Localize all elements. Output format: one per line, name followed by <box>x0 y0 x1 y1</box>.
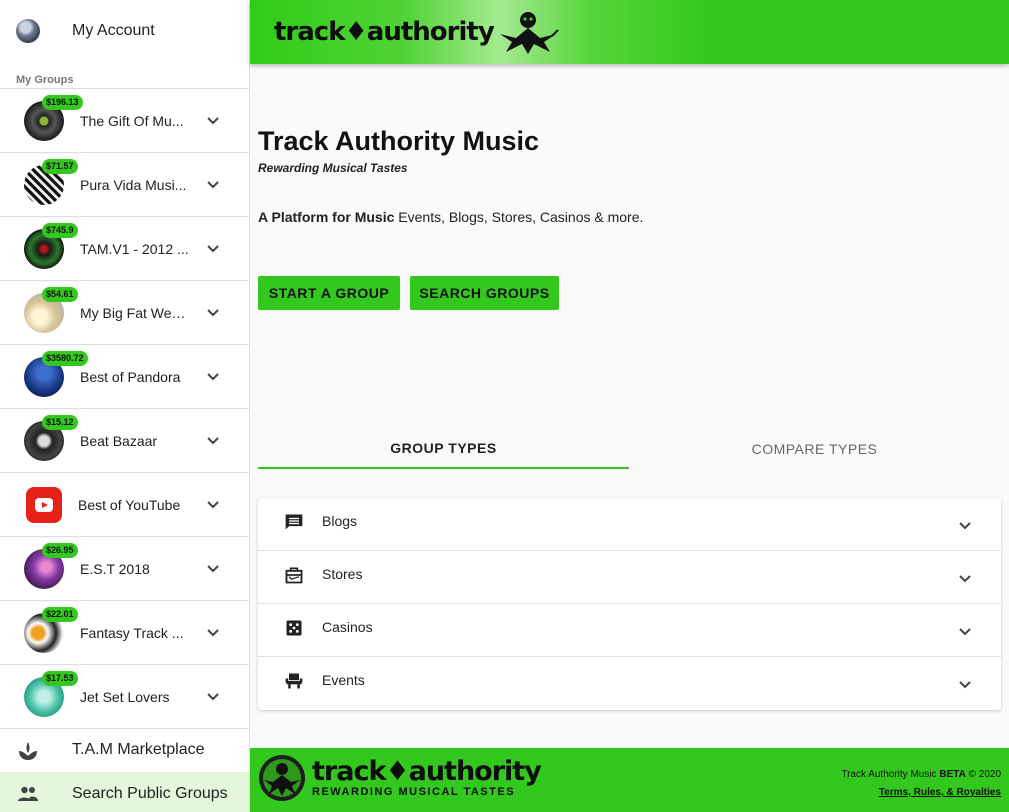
group-balance-badge: $15.12 <box>42 415 78 430</box>
chevron-down-icon <box>959 522 971 530</box>
sidebar-item-marketplace[interactable]: T.A.M Marketplace <box>0 728 249 772</box>
group-balance-badge: $17.53 <box>42 671 78 686</box>
group-list: $196.13 The Gift Of Mu... $71.57 Pura Vi… <box>0 88 249 729</box>
avatar <box>16 19 40 43</box>
chevron-down-icon[interactable] <box>206 371 220 383</box>
chevron-down-icon[interactable] <box>206 307 220 319</box>
sidebar-item-search-public-groups[interactable]: Search Public Groups <box>0 772 249 812</box>
footer-wordmark: track♦authority <box>312 756 542 787</box>
accordion-label: Blogs <box>322 513 358 529</box>
group-balance-badge: $26.95 <box>42 543 78 558</box>
accordion-label: Events <box>322 672 365 688</box>
chevron-down-icon <box>959 681 971 689</box>
group-balance-badge: $71.57 <box>42 159 78 174</box>
group-types-accordion: Blogs Stores Casinos Events <box>258 498 1001 710</box>
group-row[interactable]: Best of YouTube <box>0 473 249 537</box>
chevron-down-icon[interactable] <box>206 627 220 639</box>
app-header: track♦authority <box>250 0 1009 64</box>
chevron-down-icon[interactable] <box>206 435 220 447</box>
footer-logo: track♦authority REWARDING MUSICAL TASTES <box>258 754 542 802</box>
page-title: Track Authority Music <box>258 126 540 156</box>
page-subtitle: Rewarding Musical Tastes <box>258 161 408 175</box>
group-row[interactable]: $745.9 TAM.V1 - 2012 ... <box>0 217 249 281</box>
mascot-logo-icon <box>499 12 559 54</box>
accordion-item-events[interactable]: Events <box>258 657 1001 710</box>
group-row[interactable]: $22.01 Fantasy Track ... <box>0 601 249 665</box>
accordion-item-blogs[interactable]: Blogs <box>258 498 1001 551</box>
chevron-down-icon[interactable] <box>206 691 220 703</box>
chevron-down-icon <box>959 628 971 636</box>
my-account-label: My Account <box>72 22 155 39</box>
accordion-label: Stores <box>322 566 363 582</box>
page-description: A Platform for Music Events, Blogs, Stor… <box>258 209 643 225</box>
my-groups-heading: My Groups <box>16 74 74 86</box>
chevron-down-icon[interactable] <box>206 243 220 255</box>
sidebar: My Account My Groups $196.13 The Gift Of… <box>0 0 250 812</box>
footer-tagline: REWARDING MUSICAL TASTES <box>312 786 516 798</box>
comment-icon <box>285 514 303 530</box>
group-name: Fantasy Track ... <box>80 624 184 641</box>
chevron-down-icon[interactable] <box>206 499 220 511</box>
search-groups-button[interactable]: SEARCH GROUPS <box>410 276 559 310</box>
group-name: Best of Pandora <box>80 368 181 385</box>
my-account-item[interactable]: My Account <box>0 0 249 62</box>
group-balance-badge: $54.61 <box>42 287 78 302</box>
copyright: Track Authority Music BETA © 2020 Terms,… <box>841 766 1001 802</box>
store-icon <box>285 567 303 584</box>
group-row[interactable]: $17.53 Jet Set Lovers <box>0 665 249 729</box>
group-balance-badge: $196.13 <box>42 95 83 110</box>
group-balance-badge: $3580.72 <box>42 351 88 366</box>
chevron-down-icon[interactable] <box>206 563 220 575</box>
marketplace-label: T.A.M Marketplace <box>72 741 205 758</box>
chevron-down-icon[interactable] <box>206 115 220 127</box>
people-icon <box>18 786 38 801</box>
group-row[interactable]: $3580.72 Best of Pandora <box>0 345 249 409</box>
group-name: Jet Set Lovers <box>80 688 170 705</box>
footer-brand: track♦authority REWARDING MUSICAL TASTES <box>312 756 542 799</box>
accordion-item-stores[interactable]: Stores <box>258 551 1001 604</box>
group-balance-badge: $22.01 <box>42 607 78 622</box>
accordion-item-casinos[interactable]: Casinos <box>258 604 1001 657</box>
mascot-badge-icon <box>259 755 305 801</box>
sidebar-bottom-nav: T.A.M Marketplace Search Public Groups <box>0 728 249 812</box>
group-row[interactable]: $15.12 Beat Bazaar <box>0 409 249 473</box>
group-name: Beat Bazaar <box>80 432 158 449</box>
start-group-button[interactable]: START A GROUP <box>258 276 400 310</box>
group-name: My Big Fat Wed... <box>80 304 190 321</box>
dice-icon <box>286 620 302 636</box>
logo-wordmark: track♦authority <box>274 17 495 47</box>
beta-label: BETA <box>939 769 966 780</box>
app-footer: track♦authority REWARDING MUSICAL TASTES… <box>250 748 1009 812</box>
description-rest: Events, Blogs, Stores, Casinos & more. <box>394 209 644 225</box>
accordion-label: Casinos <box>322 619 373 635</box>
spa-icon <box>19 742 37 760</box>
event-seat-icon <box>285 673 303 689</box>
copyright-name: Track Authority Music <box>841 769 940 780</box>
chevron-down-icon <box>959 575 971 583</box>
copyright-year: © 2020 <box>965 769 1001 780</box>
group-row[interactable]: $26.95 E.S.T 2018 <box>0 537 249 601</box>
tab-group-types[interactable]: GROUP TYPES <box>258 429 629 469</box>
type-tabs: GROUP TYPES COMPARE TYPES <box>258 429 1001 469</box>
header-logo[interactable]: track♦authority <box>274 8 560 56</box>
terms-link[interactable]: Terms, Rules, & Royalties <box>879 787 1001 798</box>
group-row[interactable]: $54.61 My Big Fat Wed... <box>0 281 249 345</box>
group-name: The Gift Of Mu... <box>80 112 184 129</box>
description-bold: A Platform for Music <box>258 209 395 225</box>
tab-compare-types[interactable]: COMPARE TYPES <box>629 429 1000 469</box>
search-public-groups-label: Search Public Groups <box>72 785 228 802</box>
group-row[interactable]: $71.57 Pura Vida Musi... <box>0 153 249 217</box>
chevron-down-icon[interactable] <box>206 179 220 191</box>
group-name: Best of YouTube <box>78 496 181 513</box>
group-name: TAM.V1 - 2012 ... <box>80 240 189 257</box>
group-row[interactable]: $196.13 The Gift Of Mu... <box>0 89 249 153</box>
youtube-logo-icon <box>26 486 62 523</box>
group-balance-badge: $745.9 <box>42 223 78 238</box>
group-name: Pura Vida Musi... <box>80 176 187 193</box>
group-name: E.S.T 2018 <box>80 560 150 577</box>
